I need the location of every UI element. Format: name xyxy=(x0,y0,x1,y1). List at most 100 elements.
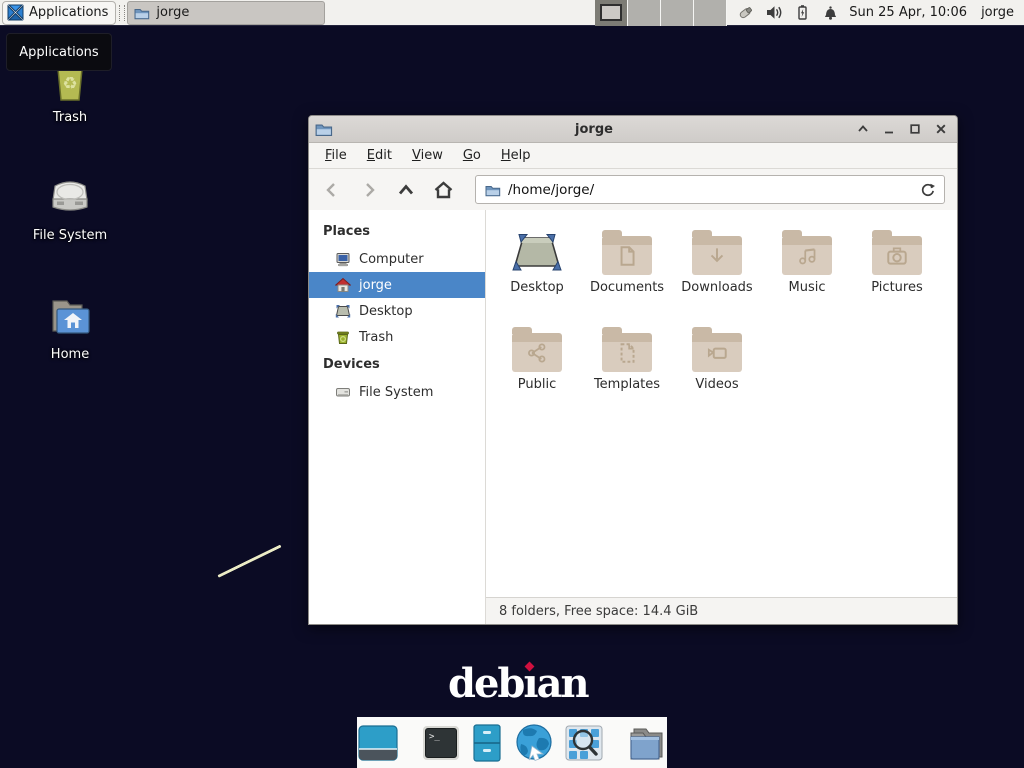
minimize-button[interactable] xyxy=(881,121,897,137)
file-label: Downloads xyxy=(681,280,752,295)
debian-logo-i: ı xyxy=(523,660,536,707)
desktop-icon xyxy=(510,231,564,275)
home-folder-icon xyxy=(45,293,95,339)
dock-terminal-button[interactable]: >_ xyxy=(421,724,461,762)
sidebar-item-trash[interactable]: Trash xyxy=(309,324,485,350)
toolbar: /home/jorge/ xyxy=(309,169,957,210)
desktop-icon-file-system[interactable]: File System xyxy=(18,172,122,243)
dock-file-cabinet-button[interactable] xyxy=(470,723,504,763)
folder-icon xyxy=(692,236,742,275)
applications-menu-label: Applications xyxy=(29,5,108,20)
panel-username[interactable]: jorge xyxy=(981,5,1014,20)
file-label: Videos xyxy=(695,377,738,392)
file-item-videos[interactable]: Videos xyxy=(672,324,762,421)
svg-text:>_: >_ xyxy=(429,732,440,742)
computer-icon xyxy=(335,251,351,267)
window-title: jorge xyxy=(333,122,855,137)
file-item-pictures[interactable]: Pictures xyxy=(852,227,942,324)
workspace-2[interactable] xyxy=(628,0,661,26)
file-label: Music xyxy=(789,280,826,295)
menu-file[interactable]: File xyxy=(315,144,357,167)
workspace-pager xyxy=(595,0,727,26)
menu-go[interactable]: Go xyxy=(453,144,491,167)
menu-help[interactable]: Help xyxy=(491,144,541,167)
file-manager-window: jorge File Edit View Go Help xyxy=(308,115,958,625)
volume-icon[interactable] xyxy=(766,4,783,21)
workspace-1[interactable] xyxy=(595,0,628,26)
panel-clock[interactable]: Sun 25 Apr, 10:06 xyxy=(849,5,967,20)
dock-show-desktop-button[interactable] xyxy=(357,723,399,763)
sidebar: Places Computer xyxy=(309,210,486,624)
tablet-icon[interactable] xyxy=(737,4,755,21)
menu-edit[interactable]: Edit xyxy=(357,144,402,167)
workspace-4[interactable] xyxy=(694,0,727,26)
forward-button[interactable] xyxy=(358,179,380,201)
dock-app-finder-button[interactable] xyxy=(564,724,604,762)
desktop-scribble-line xyxy=(217,544,281,577)
location-path[interactable]: /home/jorge/ xyxy=(508,182,913,198)
back-button[interactable] xyxy=(321,179,343,201)
file-label: Templates xyxy=(594,377,660,392)
location-bar[interactable]: /home/jorge/ xyxy=(475,175,945,204)
applications-tooltip: Applications xyxy=(6,33,112,71)
file-item-documents[interactable]: Documents xyxy=(582,227,672,324)
trash-icon xyxy=(335,329,351,345)
desktop-icon-home[interactable]: Home xyxy=(18,293,122,362)
places-header: Places xyxy=(309,217,485,246)
sidebar-item-file-system[interactable]: File System xyxy=(309,379,485,405)
applications-x-icon xyxy=(7,4,24,21)
video-emblem-icon xyxy=(705,341,729,365)
titlebar[interactable]: jorge xyxy=(309,116,957,143)
reload-icon[interactable] xyxy=(920,182,935,197)
dock-file-manager-button[interactable] xyxy=(626,723,668,763)
sidebar-item-computer[interactable]: Computer xyxy=(309,246,485,272)
folder-icon xyxy=(692,333,742,372)
taskbar-window-label: jorge xyxy=(156,5,189,20)
home-button[interactable] xyxy=(432,179,454,201)
system-tray xyxy=(737,4,839,21)
taskbar-window-button[interactable]: jorge xyxy=(127,1,325,25)
file-item-public[interactable]: Public xyxy=(492,324,582,421)
file-label: Pictures xyxy=(871,280,922,295)
file-icon-view[interactable]: Desktop Documents xyxy=(486,210,957,597)
sidebar-item-label: Computer xyxy=(359,252,424,267)
sidebar-item-desktop[interactable]: Desktop xyxy=(309,298,485,324)
up-button[interactable] xyxy=(395,179,417,201)
notifications-bell-icon[interactable] xyxy=(822,4,839,21)
folder-icon xyxy=(512,333,562,372)
workspace-window-thumb xyxy=(600,4,622,21)
battery-icon[interactable] xyxy=(794,4,811,21)
file-label: Desktop xyxy=(510,280,564,295)
file-item-desktop[interactable]: Desktop xyxy=(492,227,582,324)
desktop-icon xyxy=(335,303,351,319)
main-column: Desktop Documents xyxy=(486,210,957,624)
file-item-downloads[interactable]: Downloads xyxy=(672,227,762,324)
sidebar-item-label: jorge xyxy=(359,278,392,293)
applications-menu-button[interactable]: Applications xyxy=(2,1,116,25)
folder-icon xyxy=(872,236,922,275)
dock: >_ xyxy=(357,717,667,768)
file-item-music[interactable]: Music xyxy=(762,227,852,324)
shade-button[interactable] xyxy=(855,121,871,137)
file-label: Public xyxy=(518,377,556,392)
statusbar-text: 8 folders, Free space: 14.4 GiB xyxy=(499,604,698,619)
panel-handle[interactable] xyxy=(119,5,125,21)
applications-tooltip-text: Applications xyxy=(19,45,98,60)
menu-view[interactable]: View xyxy=(402,144,453,167)
document-emblem-icon xyxy=(615,244,639,268)
statusbar: 8 folders, Free space: 14.4 GiB xyxy=(486,597,957,624)
desktop-icon-label: Home xyxy=(18,347,122,362)
hard-drive-icon xyxy=(45,172,95,220)
music-emblem-icon xyxy=(795,244,819,268)
window-controls xyxy=(855,121,949,137)
sidebar-item-label: File System xyxy=(359,385,433,400)
close-button[interactable] xyxy=(933,121,949,137)
file-item-templates[interactable]: Templates xyxy=(582,324,672,421)
folder-icon xyxy=(602,236,652,275)
drive-icon xyxy=(335,384,351,400)
folder-icon xyxy=(485,182,501,198)
sidebar-item-jorge[interactable]: jorge xyxy=(309,272,485,298)
maximize-button[interactable] xyxy=(907,121,923,137)
dock-web-browser-button[interactable] xyxy=(513,722,555,764)
workspace-3[interactable] xyxy=(661,0,694,26)
